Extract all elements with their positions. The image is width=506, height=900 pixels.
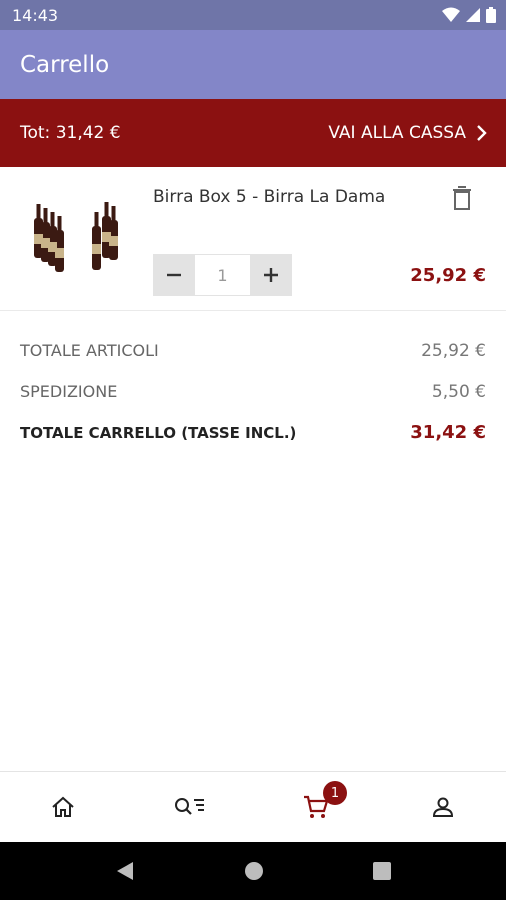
back-icon[interactable] <box>115 860 135 882</box>
page-title: Carrello <box>20 51 110 78</box>
search-list-icon <box>174 798 204 815</box>
checkout-bar: Tot: 31,42 € VAI ALLA CASSA <box>0 99 506 167</box>
summary-total-row: TOTALE CARRELLO (TASSE INCL.) 31,42 € <box>20 412 486 453</box>
item-price: 25,92 € <box>410 265 486 286</box>
cart-summary: TOTALE ARTICOLI 25,92 € SPEDIZIONE 5,50 … <box>20 330 486 453</box>
summary-items-value: 25,92 € <box>421 340 486 361</box>
battery-icon <box>486 7 496 23</box>
account-icon <box>432 797 453 817</box>
wifi-icon <box>442 7 460 22</box>
increase-quantity-button[interactable] <box>250 254 292 296</box>
summary-shipping-value: 5,50 € <box>431 381 486 402</box>
nav-search[interactable] <box>127 772 254 842</box>
plus-icon <box>264 268 278 282</box>
nav-home[interactable] <box>0 772 127 842</box>
app-bar: Carrello <box>0 30 506 99</box>
trash-icon[interactable] <box>450 185 474 211</box>
minus-icon <box>167 273 181 277</box>
summary-items-row: TOTALE ARTICOLI 25,92 € <box>20 330 486 371</box>
status-time: 14:43 <box>12 5 59 25</box>
decrease-quantity-button[interactable] <box>153 254 195 296</box>
status-icons <box>442 7 496 23</box>
home-icon <box>52 796 74 817</box>
summary-total-label: TOTALE CARRELLO (TASSE INCL.) <box>20 423 297 442</box>
cart-badge: 1 <box>323 781 347 805</box>
bottom-nav: 1 <box>0 771 506 842</box>
summary-total-value: 31,42 € <box>410 422 486 443</box>
summary-items-label: TOTALE ARTICOLI <box>20 341 159 360</box>
chevron-right-icon <box>477 125 487 141</box>
status-bar: 14:43 <box>0 0 506 30</box>
quantity-value[interactable]: 1 <box>195 254 250 296</box>
home-circle-icon[interactable] <box>244 861 264 881</box>
summary-shipping-row: SPEDIZIONE 5,50 € <box>20 371 486 412</box>
recents-icon[interactable] <box>373 862 392 880</box>
cart-total-label: Tot: 31,42 € <box>20 123 121 143</box>
system-nav-bar <box>0 842 506 900</box>
product-image <box>34 202 118 272</box>
nav-account[interactable] <box>380 772 506 842</box>
quantity-stepper: 1 <box>153 254 292 296</box>
cart-item: Birra Box 5 - Birra La Dama 1 25,92 € <box>0 167 506 311</box>
checkout-label: VAI ALLA CASSA <box>328 123 466 143</box>
summary-shipping-label: SPEDIZIONE <box>20 382 118 401</box>
nav-cart[interactable]: 1 <box>253 772 380 842</box>
signal-icon <box>466 8 480 22</box>
product-name[interactable]: Birra Box 5 - Birra La Dama <box>153 185 413 210</box>
checkout-button[interactable]: VAI ALLA CASSA <box>328 123 488 143</box>
